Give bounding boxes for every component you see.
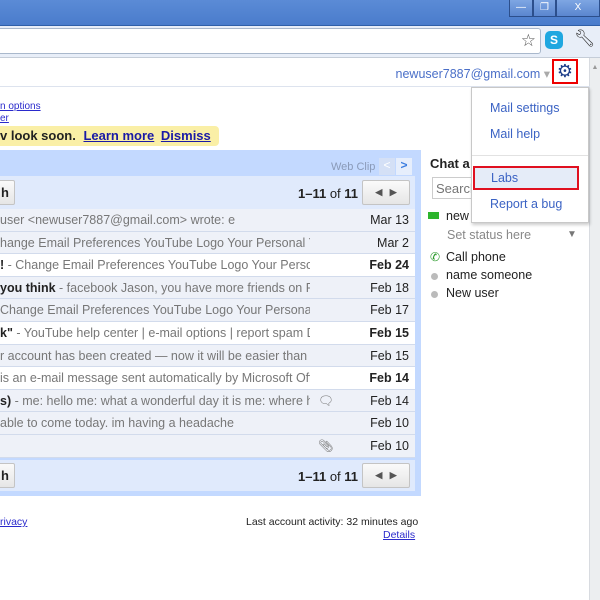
bottom-action-bar: h 1–11 of 11 ◀ ▶ — [0, 460, 415, 491]
email-row[interactable]: able to come today. im having a headache… — [0, 412, 415, 435]
star-icon[interactable]: ☆ — [521, 31, 536, 51]
email-date: Feb 10 — [370, 416, 409, 431]
email-subject: ! - Change Email Preferences YouTube Log… — [0, 258, 310, 273]
email-subject: you think - facebook Jason, you have mor… — [0, 280, 310, 295]
webclip-label: Web Clip — [331, 161, 376, 173]
dismiss-link[interactable]: Dismiss — [161, 128, 211, 143]
pager-text: 1–11 of 11 — [298, 186, 359, 201]
email-subject: able to come today. im having a headache — [0, 416, 234, 431]
learn-more-link[interactable]: Learn more — [83, 128, 154, 143]
gear-icon[interactable]: ⚙ — [552, 59, 578, 84]
privacy-link[interactable]: rivacy — [0, 516, 27, 528]
paperclip-icon: 📎︎ — [318, 439, 334, 453]
offline-status-icon — [431, 273, 438, 280]
details-link[interactable]: Details — [383, 529, 415, 541]
top-action-bar: h 1–11 of 11 ◀ ▶ — [0, 176, 415, 209]
email-date: Mar 13 — [370, 213, 409, 227]
email-row[interactable]: k" - YouTube help center | e-mail option… — [0, 322, 415, 345]
options-link[interactable]: n options — [0, 101, 41, 112]
menu-divider — [472, 155, 588, 156]
email-row[interactable]: 📎︎ Feb 10 — [0, 435, 415, 458]
email-row[interactable]: is an e-mail message sent automatically … — [0, 367, 415, 390]
chat-bubble-icon: 🗨︎ — [318, 393, 334, 408]
newer-button[interactable]: ▶ — [390, 187, 397, 197]
email-row[interactable]: r account has been created — now it will… — [0, 344, 415, 368]
email-date: Feb 14 — [369, 371, 409, 386]
email-subject: k" - YouTube help center | e-mail option… — [0, 326, 310, 340]
search-button[interactable]: h — [0, 180, 15, 205]
email-subject: is an e-mail message sent automatically … — [0, 371, 310, 386]
pager-text-bottom: 1–11 of 11 — [298, 469, 359, 484]
email-date: Feb 14 — [370, 393, 409, 408]
notice-text: v look soon. — [0, 128, 76, 143]
email-date: Feb 18 — [370, 280, 409, 295]
minimize-button[interactable]: — — [509, 0, 533, 17]
search-button-bottom[interactable]: h — [0, 463, 15, 488]
video-icon — [428, 212, 439, 219]
window-titlebar: — ❐ X — [0, 0, 600, 26]
email-date: Feb 15 — [369, 326, 409, 340]
chat-me: new — [446, 209, 469, 223]
close-button[interactable]: X — [556, 0, 600, 17]
offline-status-icon — [431, 291, 438, 298]
menu-item-mail-help[interactable]: Mail help — [472, 122, 588, 146]
pager-buttons[interactable]: ◀ ▶ — [362, 180, 410, 205]
email-row[interactable]: s) - me: hello me: what a wonderful day … — [0, 389, 415, 413]
restore-button[interactable]: ❐ — [533, 0, 556, 17]
email-row[interactable]: Change Email Preferences YouTube Logo Yo… — [0, 299, 415, 322]
chat-contact[interactable]: name someone — [446, 268, 532, 282]
menu-item-report-bug[interactable]: Report a bug — [472, 192, 588, 216]
phone-icon: ✆ — [430, 250, 441, 264]
scrollbar[interactable]: ▲ — [589, 58, 600, 600]
older-button[interactable]: ◀ — [375, 470, 382, 480]
email-date: Feb 10 — [370, 439, 409, 453]
older-button[interactable]: ◀ — [375, 187, 382, 197]
email-subject: r account has been created — now it will… — [0, 348, 310, 363]
account-email[interactable]: newuser7887@gmail.com ▾ — [396, 66, 550, 81]
newer-button[interactable]: ▶ — [390, 470, 397, 480]
email-subject: s) - me: hello me: what a wonderful day … — [0, 393, 310, 408]
email-date: Feb 15 — [370, 348, 409, 363]
account-activity: Last account activity: 32 minutes ago — [246, 516, 419, 528]
email-row[interactable]: user <newuser7887@gmail.com> wrote: e Mar… — [0, 209, 415, 232]
email-date: Feb 24 — [369, 258, 409, 273]
settings-menu: Mail settings Mail help Labs Report a bu… — [471, 87, 589, 223]
webclip-prev[interactable]: < — [379, 158, 395, 175]
email-subject: hange Email Preferences YouTube Logo You… — [0, 235, 310, 250]
email-row[interactable]: hange Email Preferences YouTube Logo You… — [0, 231, 415, 255]
other-link[interactable]: er — [0, 113, 9, 124]
chat-contact[interactable]: New user — [446, 286, 499, 300]
wrench-icon[interactable]: 🔧︎ — [574, 29, 596, 49]
call-phone-link[interactable]: Call phone — [446, 250, 506, 264]
status-input[interactable]: Set status here — [447, 228, 531, 242]
webclip-next[interactable]: > — [396, 158, 412, 175]
chat-title: Chat a — [430, 156, 470, 171]
menu-item-mail-settings[interactable]: Mail settings — [472, 96, 588, 120]
status-dropdown-icon[interactable]: ▼ — [567, 229, 577, 240]
inbox-panel: Web Clip < > h 1–11 of 11 ◀ ▶ user <newu… — [0, 150, 421, 496]
email-row[interactable]: ! - Change Email Preferences YouTube Log… — [0, 254, 415, 277]
email-subject: user <newuser7887@gmail.com> wrote: e — [0, 213, 236, 227]
address-bar[interactable]: ☆ — [0, 28, 541, 54]
menu-item-labs[interactable]: Labs — [473, 166, 579, 190]
pager-buttons-bottom[interactable]: ◀ ▶ — [362, 463, 410, 488]
email-date: Mar 2 — [377, 235, 409, 250]
notice-bar: v look soon. Learn more Dismiss — [0, 126, 219, 146]
skype-icon[interactable]: S — [545, 31, 563, 49]
email-row[interactable]: you think - facebook Jason, you have mor… — [0, 276, 415, 300]
email-date: Feb 17 — [370, 303, 409, 318]
email-subject: Change Email Preferences YouTube Logo Yo… — [0, 303, 310, 318]
